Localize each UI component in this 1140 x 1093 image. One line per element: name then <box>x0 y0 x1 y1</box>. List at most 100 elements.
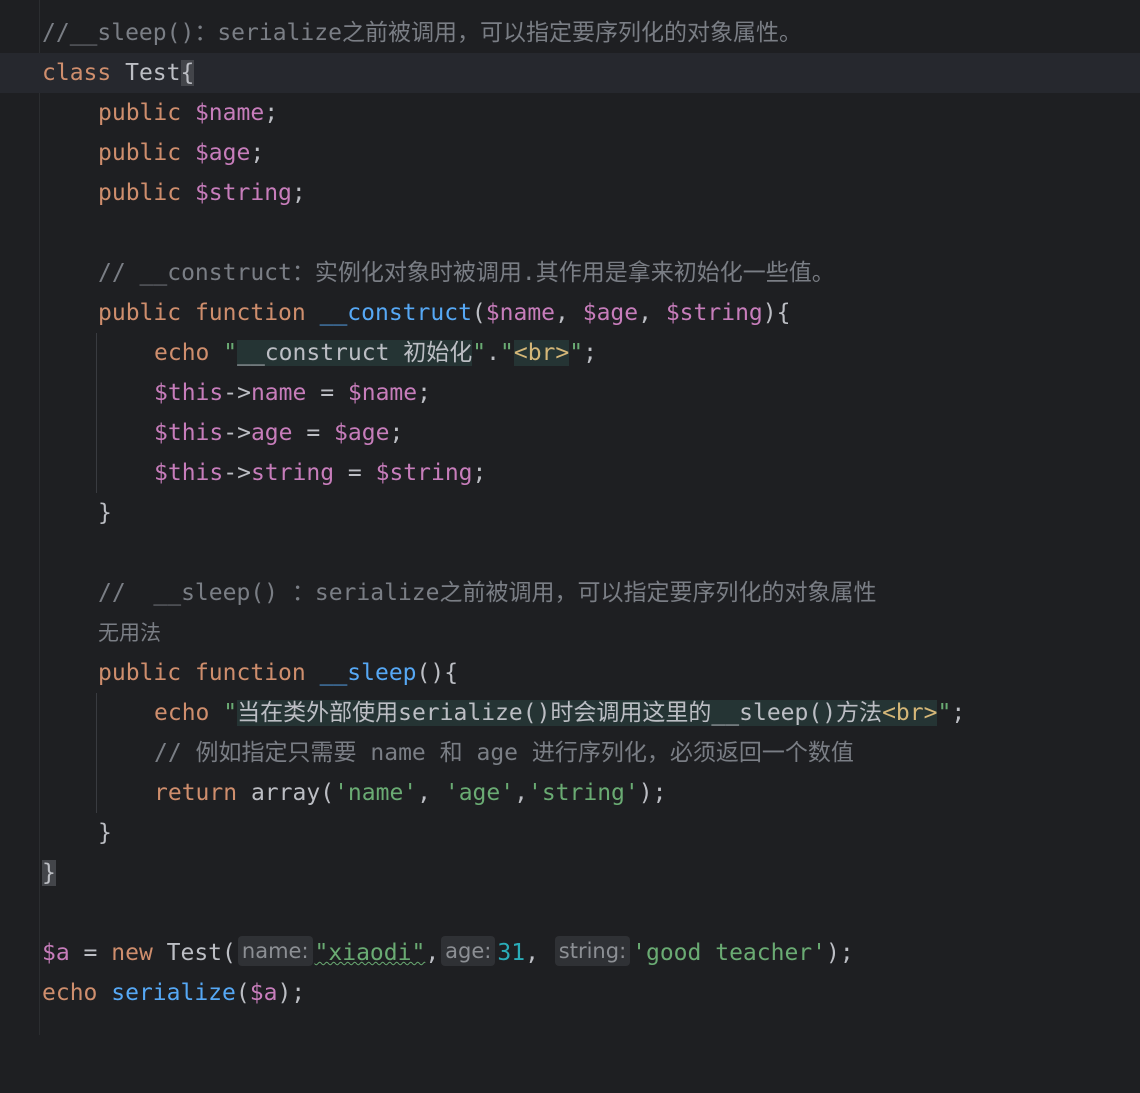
semicolon: ; <box>472 460 487 486</box>
concat-operator: . <box>486 340 500 366</box>
quote: " <box>472 340 487 366</box>
assign-operator: = <box>292 420 335 446</box>
code-line-7[interactable]: // __construct：实例化对象时被调用.其作用是拿来初始化一些值。 <box>0 253 1140 293</box>
property-age: $age <box>194 140 251 166</box>
usages-hint[interactable]: 无用法 <box>98 621 161 645</box>
code-vision-line[interactable]: 无用法 <box>0 613 1140 653</box>
semicolon: ; <box>250 140 265 166</box>
paren-open: ( <box>471 300 486 326</box>
code-line-1[interactable]: //__sleep()：serialize之前被调用，可以指定要序列化的对象属性… <box>0 13 1140 53</box>
string-name: 'name' <box>334 780 418 806</box>
property-access: string <box>250 460 335 486</box>
separator: , <box>425 940 440 966</box>
keyword-function: function <box>194 660 306 686</box>
separator: , <box>555 300 583 326</box>
code-editor[interactable]: //__sleep()：serialize之前被调用，可以指定要序列化的对象属性… <box>0 0 1140 1035</box>
arg-variable-a: $a <box>249 980 278 1006</box>
function-name-sleep: __sleep <box>319 660 417 686</box>
code-line-4[interactable]: public $age; <box>0 133 1140 173</box>
line-content: echo serialize($a); <box>42 973 305 1013</box>
code-line-24[interactable]: $a = new Test(name: "xiaodi", age: 31, stri… <box>0 933 1140 973</box>
keyword-public: public <box>98 100 182 126</box>
quote: " <box>937 700 952 726</box>
line-content: public function __sleep(){ <box>98 653 458 693</box>
line-content: public $string; <box>98 173 306 213</box>
param-hint-age: age: <box>441 936 496 966</box>
paren-close-semicolon: ); <box>638 780 667 806</box>
paren-close-brace: ){ <box>762 300 791 326</box>
line-content: } <box>98 813 112 853</box>
line-content: 无用法 <box>98 613 161 653</box>
assign-operator: = <box>306 380 348 406</box>
quote: " <box>569 340 584 366</box>
line-content: $this->string = $string; <box>154 453 486 493</box>
arg-string-value: 'good teacher' <box>632 940 827 966</box>
code-line-21[interactable]: } <box>0 813 1140 853</box>
separator: , <box>638 300 666 326</box>
keyword-public: public <box>98 180 182 206</box>
code-line-22[interactable]: } <box>0 853 1140 893</box>
assigned-variable: $age <box>334 420 390 446</box>
line-content: class Test{ <box>42 53 195 93</box>
line-content: // __construct：实例化对象时被调用.其作用是拿来初始化一些值。 <box>98 253 835 293</box>
keyword-class: class <box>42 60 112 86</box>
param-name: $name <box>485 300 556 326</box>
string-age: 'age' <box>444 780 515 806</box>
keyword-public: public <box>98 140 182 166</box>
quote: " <box>500 340 514 366</box>
string-string: 'string' <box>527 780 639 806</box>
code-line-19[interactable]: // 例如指定只需要 name 和 age 进行序列化，必须返回一个数值 <box>0 733 1140 773</box>
line-content: return array('name', 'age','string'); <box>154 773 666 813</box>
arrow-operator: -> <box>223 460 251 486</box>
string-content: 当在类外部使用serialize()时会调用这里的__sleep()方法 <box>237 700 883 726</box>
comment: // __sleep() ：serialize之前被调用，可以指定要序列化的对象… <box>98 580 877 606</box>
code-line-13[interactable]: } <box>0 493 1140 533</box>
paren-close-semicolon: ); <box>277 980 306 1006</box>
line-content: //__sleep()：serialize之前被调用，可以指定要序列化的对象属性… <box>42 13 802 53</box>
code-line-11[interactable]: $this->age = $age; <box>0 413 1140 453</box>
param-hint-string: string: <box>554 936 631 966</box>
code-line-2-current[interactable]: class Test{ <box>0 53 1140 93</box>
keyword-public: public <box>98 660 182 686</box>
this-keyword: $this <box>154 380 224 406</box>
semicolon: ; <box>291 180 306 206</box>
code-line-10[interactable]: $this->name = $name; <box>0 373 1140 413</box>
keyword-echo: echo <box>154 340 210 366</box>
arg-name-value: "xiaodi" <box>314 940 426 966</box>
semicolon: ; <box>583 340 597 366</box>
code-line-12[interactable]: $this->string = $string; <box>0 453 1140 493</box>
code-line-18[interactable]: echo "当在类外部使用serialize()时会调用这里的__sleep()… <box>0 693 1140 733</box>
semicolon: ; <box>389 420 404 446</box>
quote: " <box>223 340 238 366</box>
line-content: echo "__construct 初始化"."<br>"; <box>154 333 597 373</box>
code-line-20[interactable]: return array('name', 'age','string'); <box>0 773 1140 813</box>
line-content: $a = new Test(name: "xiaodi", age: 31, stri… <box>42 933 854 973</box>
function-array: array <box>250 780 321 806</box>
code-line-15[interactable]: // __sleep() ：serialize之前被调用，可以指定要序列化的对象… <box>0 573 1140 613</box>
line-content: echo "当在类外部使用serialize()时会调用这里的__sleep()… <box>154 693 965 733</box>
this-keyword: $this <box>154 460 224 486</box>
line-content: } <box>42 853 56 893</box>
keyword-function: function <box>194 300 306 326</box>
line-content: } <box>98 493 112 533</box>
assign-operator: = <box>334 460 376 486</box>
arrow-operator: -> <box>223 380 251 406</box>
variable-a: $a <box>42 940 70 966</box>
param-string: $string <box>665 300 763 326</box>
html-br-tag: <br> <box>882 700 938 726</box>
brace-close: } <box>98 820 112 846</box>
keyword-public: public <box>98 300 182 326</box>
code-line-25[interactable]: echo serialize($a); <box>0 973 1140 1013</box>
code-line-8[interactable]: public function __construct($name, $age,… <box>0 293 1140 333</box>
property-name: $name <box>194 100 265 126</box>
code-line-5[interactable]: public $string; <box>0 173 1140 213</box>
code-line-3[interactable]: public $name; <box>0 93 1140 133</box>
brace-open-highlighted: { <box>180 60 195 86</box>
class-name: Test <box>111 60 181 86</box>
semicolon: ; <box>264 100 279 126</box>
brace-close: } <box>98 500 112 526</box>
line-content: public function __construct($name, $age,… <box>98 293 790 333</box>
param-age: $age <box>582 300 639 326</box>
code-line-17[interactable]: public function __sleep(){ <box>0 653 1140 693</box>
code-line-9[interactable]: echo "__construct 初始化"."<br>"; <box>0 333 1140 373</box>
